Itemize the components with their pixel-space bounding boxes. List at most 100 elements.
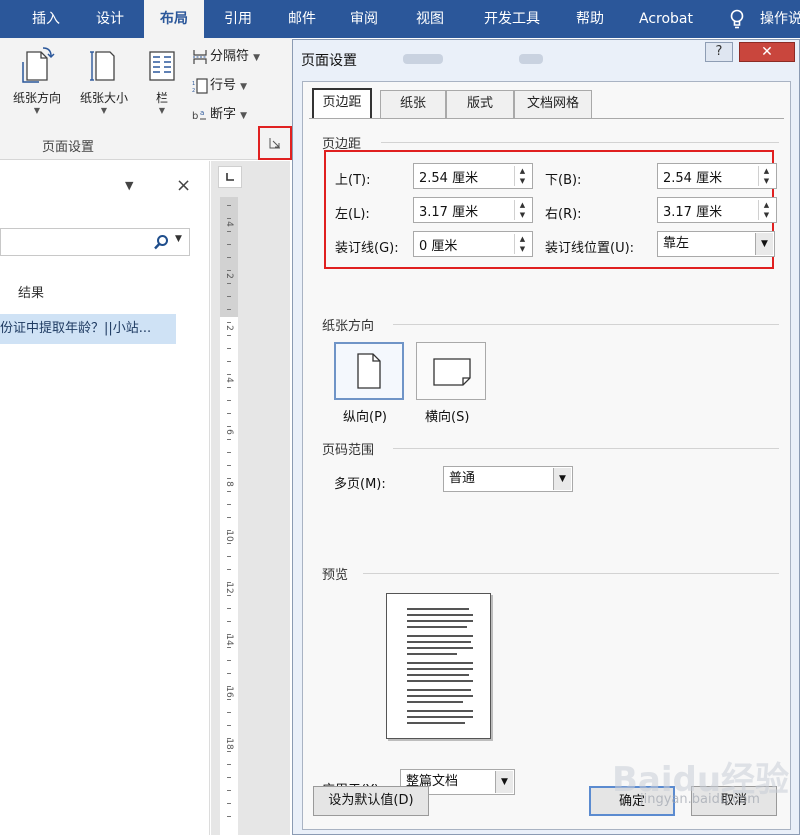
tab-review[interactable]: 审阅 [336, 0, 392, 38]
hyphenation-label: 断字 [210, 107, 237, 122]
tab-insert[interactable]: 插入 [18, 0, 74, 38]
tab-layout[interactable]: 布局 [144, 0, 204, 38]
chevron-down-icon[interactable]: ▼ [755, 233, 773, 255]
columns-button[interactable]: 栏 ▼ [144, 46, 180, 115]
ruler-tick [227, 686, 231, 687]
tab-selector-button[interactable] [218, 166, 242, 188]
right-margin-input[interactable] [658, 198, 754, 222]
nav-close-icon[interactable]: × [176, 175, 191, 196]
ruler-tick [227, 595, 231, 596]
svg-text:a: a [200, 109, 204, 117]
spin-up-icon[interactable]: ▲ [759, 166, 774, 176]
tab-document-grid[interactable]: 文档网格 [514, 90, 592, 118]
search-result-item[interactable]: 份证中提取年龄？||小站... [0, 314, 176, 344]
search-icon[interactable] [153, 234, 169, 250]
ruler-number: 6 [224, 429, 234, 435]
tab-acrobat[interactable]: Acrobat [624, 0, 708, 38]
spin-down-icon[interactable]: ▼ [515, 176, 530, 186]
portrait-label: 纵向(P) [343, 410, 387, 425]
ruler-tick [227, 673, 231, 674]
ok-button[interactable]: 确定 [589, 786, 675, 816]
lightbulb-icon[interactable] [728, 9, 746, 29]
breaks-button[interactable]: 分隔符 ▼ [192, 46, 260, 68]
chevron-down-icon[interactable]: ▼ [175, 234, 182, 244]
orientation-icon [22, 47, 55, 83]
portrait-button[interactable] [334, 342, 404, 400]
ruler-tick [227, 530, 231, 531]
ruler-tick [227, 231, 231, 232]
spin-arrows[interactable]: ▲ ▼ [758, 166, 774, 186]
tab-layout-options[interactable]: 版式 [446, 90, 514, 118]
help-button[interactable]: ? [705, 42, 733, 62]
nav-menu-dropdown-icon[interactable]: ▼ [125, 179, 133, 192]
tab-developer[interactable]: 开发工具 [466, 0, 558, 38]
right-margin-spinner[interactable]: ▲▼ [657, 197, 777, 223]
spin-arrows[interactable]: ▲ ▼ [514, 166, 530, 186]
orientation-button[interactable]: 纸张方向 ▼ [6, 46, 68, 115]
top-margin-spinner[interactable]: ▲▼ [413, 163, 533, 189]
gutter-position-select[interactable]: 靠左 ▼ [657, 231, 775, 257]
ruler-tick [227, 608, 231, 609]
bottom-margin-input[interactable] [658, 164, 754, 188]
multiple-pages-select[interactable]: 普通 ▼ [443, 466, 573, 492]
ruler-tick [227, 218, 231, 219]
tab-help[interactable]: 帮助 [562, 0, 618, 38]
ribbon-page-setup-group: 纸张方向 ▼ 纸张大小 ▼ 栏 ▼ 分隔符 ▼ 1 2 行号 ▼ ba 断字 ▼… [0, 38, 292, 160]
ruler-tick [227, 569, 231, 570]
right-margin-label: 右(R): [545, 207, 582, 222]
spin-down-icon[interactable]: ▼ [759, 176, 774, 186]
left-margin-spinner[interactable]: ▲▼ [413, 197, 533, 223]
tab-mailings[interactable]: 邮件 [274, 0, 330, 38]
tab-paper[interactable]: 纸张 [380, 90, 446, 118]
ruler-tick [227, 504, 231, 505]
nav-results-tab[interactable]: 结果 [18, 282, 44, 301]
close-button[interactable]: ✕ [739, 42, 795, 62]
spin-arrows[interactable]: ▲ ▼ [758, 200, 774, 220]
left-margin-input[interactable] [414, 198, 510, 222]
page-setup-launcher-button[interactable] [258, 126, 292, 160]
spin-arrows[interactable]: ▲ ▼ [514, 200, 530, 220]
hyphenation-button[interactable]: b a 断字 ▼ [192, 104, 247, 126]
tell-me-search[interactable]: 操作说 [760, 0, 800, 38]
ruler-tick [227, 322, 231, 323]
bottom-margin-spinner[interactable]: ▲▼ [657, 163, 777, 189]
spin-down-icon[interactable]: ▼ [759, 210, 774, 220]
spin-down-icon[interactable]: ▼ [515, 244, 530, 254]
landscape-page-icon [433, 358, 471, 386]
chevron-down-icon[interactable]: ▼ [495, 771, 513, 793]
spin-up-icon[interactable]: ▲ [515, 166, 530, 176]
chevron-down-icon: ▼ [158, 106, 166, 115]
nav-search-box: ▼ [0, 228, 190, 256]
ribbon-tab-bar: 插入 设计 布局 引用 邮件 审阅 视图 开发工具 帮助 Acrobat 操作说 [0, 0, 800, 38]
tab-view[interactable]: 视图 [402, 0, 458, 38]
spin-arrows[interactable]: ▲ ▼ [514, 234, 530, 254]
set-default-button[interactable]: 设为默认值(D) [313, 786, 429, 816]
svg-text:1: 1 [192, 81, 195, 87]
spin-up-icon[interactable]: ▲ [515, 200, 530, 210]
page-setup-dialog: 页面设置 ? ✕ 页边距 纸张 版式 文档网格 页边距 上(T): ▲▼ 下(B… [292, 39, 800, 835]
gutter-input[interactable] [414, 232, 510, 256]
tab-design[interactable]: 设计 [82, 0, 138, 38]
ruler-tick [227, 712, 231, 713]
portrait-page-icon [357, 353, 381, 389]
gutter-label: 装订线(G): [335, 241, 399, 256]
chevron-down-icon[interactable]: ▼ [553, 468, 571, 490]
spin-up-icon[interactable]: ▲ [759, 200, 774, 210]
landscape-button[interactable] [416, 342, 486, 400]
tab-references[interactable]: 引用 [210, 0, 266, 38]
spin-down-icon[interactable]: ▼ [515, 210, 530, 220]
section-divider [393, 324, 779, 325]
cancel-button[interactable]: 取消 [691, 786, 777, 816]
ruler-tick [227, 738, 231, 739]
top-margin-input[interactable] [414, 164, 510, 188]
search-input[interactable] [1, 229, 151, 255]
tab-margins[interactable]: 页边距 [312, 88, 372, 119]
ruler-tick [227, 452, 231, 453]
size-button[interactable]: 纸张大小 ▼ [72, 46, 136, 115]
line-numbers-button[interactable]: 1 2 行号 ▼ [192, 75, 247, 97]
gutter-spinner[interactable]: ▲▼ [413, 231, 533, 257]
spin-up-icon[interactable]: ▲ [515, 234, 530, 244]
chevron-down-icon: ▼ [33, 106, 41, 115]
vertical-ruler[interactable]: 4 2 2 4 6 8 10 12 14 16 18 [220, 197, 238, 835]
preview-section-label: 预览 [322, 568, 349, 583]
